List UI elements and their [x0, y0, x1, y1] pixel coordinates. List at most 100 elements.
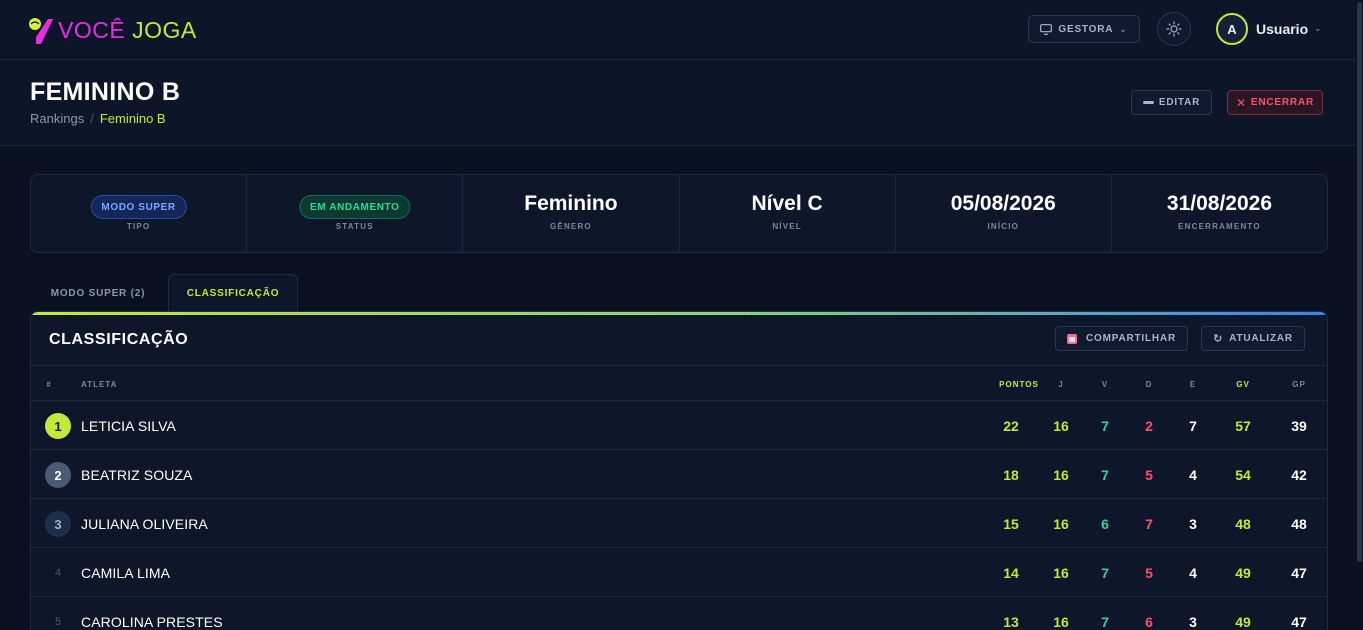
chevron-down-icon[interactable]: ⌄ — [1314, 23, 1322, 34]
column-header-athlete: ATLETA — [81, 380, 118, 389]
brand-name: VOCÊ JOGA — [58, 16, 197, 43]
refresh-button-label: ATUALIZAR — [1229, 333, 1293, 344]
tab-modo-super[interactable]: MODO SUPER (2) — [30, 274, 166, 312]
points-value: 14 — [1003, 565, 1019, 581]
rank-number: 4 — [54, 567, 62, 579]
share-button[interactable]: COMPARTILHAR — [1055, 326, 1188, 351]
edit-button[interactable]: EDITAR — [1131, 90, 1212, 115]
scrollbar-thumb[interactable] — [1357, 2, 1362, 562]
games-lost-value: 47 — [1291, 614, 1307, 630]
games-won-value: 49 — [1235, 614, 1251, 630]
games-value: 16 — [1053, 565, 1069, 581]
info-start-date: 05/08/2026 INÍCIO — [896, 175, 1112, 252]
type-badge: MODO SUPER — [90, 195, 187, 219]
brand-logo[interactable]: VOCÊ JOGA — [26, 14, 197, 46]
sun-icon — [1166, 21, 1182, 37]
athlete-name[interactable]: CAROLINA PRESTES — [81, 614, 223, 630]
table-row[interactable]: 4 CAMILA LIMA 14 16 7 5 4 49 47 — [31, 548, 1327, 597]
monitor-icon — [1040, 23, 1053, 35]
losses-value: 5 — [1145, 467, 1153, 483]
athlete-name[interactable]: CAMILA LIMA — [81, 565, 170, 581]
table-row[interactable]: 5 CAROLINA PRESTES 13 16 7 6 3 49 47 — [31, 597, 1327, 630]
athlete-name[interactable]: LETICIA SILVA — [81, 418, 176, 434]
points-value: 15 — [1003, 516, 1019, 532]
theme-toggle-button[interactable] — [1157, 12, 1191, 46]
ball-icon — [29, 18, 53, 44]
breadcrumb-root-link[interactable]: Rankings — [30, 111, 84, 126]
wins-value: 7 — [1101, 467, 1109, 483]
wins-value: 7 — [1101, 565, 1109, 581]
scrollbar[interactable] — [1356, 0, 1363, 630]
games-value: 16 — [1053, 467, 1069, 483]
games-won-value: 54 — [1235, 467, 1251, 483]
page-header: FEMININO B Rankings / Feminino B EDITAR ✕ … — [0, 60, 1356, 146]
top-bar: VOCÊ JOGA GESTORA ⌄ A Usuario ⌄ — [0, 0, 1356, 60]
tab-classificacao[interactable]: CLASSIFICAÇÃO — [168, 274, 298, 312]
info-level: Nível C NÍVEL — [680, 175, 896, 252]
games-lost-value: 39 — [1291, 418, 1307, 434]
column-header-rank: # — [46, 380, 52, 389]
info-gender: Feminino GÊNERO — [463, 175, 680, 252]
info-value: Nível C — [751, 192, 823, 215]
ranking-info-strip: MODO SUPER TIPO EM ANDAMENTO STATUS Femi… — [30, 174, 1328, 253]
wins-value: 7 — [1101, 614, 1109, 630]
info-value: 31/08/2026 — [1166, 192, 1272, 215]
info-label: ENCERRAMENTO — [1178, 222, 1261, 231]
column-header-v[interactable]: V — [1085, 380, 1125, 389]
losses-value: 5 — [1145, 565, 1153, 581]
close-icon: ✕ — [1236, 95, 1247, 110]
info-label: STATUS — [335, 222, 374, 231]
breadcrumb-separator: / — [90, 111, 94, 126]
points-value: 22 — [1003, 418, 1019, 434]
athlete-name[interactable]: BEATRIZ SOUZA — [81, 467, 193, 483]
username[interactable]: Usuario — [1256, 21, 1308, 37]
close-ranking-button-label: ENCERRAR — [1250, 97, 1314, 108]
losses-value: 7 — [1145, 516, 1153, 532]
athlete-name[interactable]: JULIANA OLIVEIRA — [81, 516, 208, 532]
column-header-points[interactable]: PONTOS — [991, 380, 1047, 389]
points-value: 13 — [1003, 614, 1019, 630]
column-header-gv[interactable]: GV — [1223, 380, 1263, 389]
standings-panel: CLASSIFICAÇÃO COMPARTILHAR ↻ ATUALIZAR #… — [30, 311, 1328, 630]
column-header-d[interactable]: D — [1129, 380, 1169, 389]
divider — [31, 365, 1327, 366]
refresh-button[interactable]: ↻ ATUALIZAR — [1201, 326, 1305, 351]
draws-value: 3 — [1189, 516, 1197, 532]
info-value: Feminino — [524, 192, 618, 215]
draws-value: 3 — [1189, 614, 1197, 630]
rank-number: 5 — [54, 616, 62, 628]
info-label: TIPO — [126, 222, 151, 231]
games-value: 16 — [1053, 418, 1069, 434]
table-row[interactable]: 3 JULIANA OLIVEIRA 15 16 6 7 3 48 48 — [31, 499, 1327, 548]
page-title: FEMININO B — [30, 78, 181, 106]
refresh-icon: ↻ — [1213, 333, 1224, 345]
games-won-value: 49 — [1235, 565, 1251, 581]
panel-accent-bar — [31, 312, 1327, 315]
wins-value: 6 — [1101, 516, 1109, 532]
info-end-date: 31/08/2026 ENCERRAMENTO — [1112, 175, 1327, 252]
pencil-icon — [1142, 101, 1154, 104]
column-header-j[interactable]: J — [1041, 380, 1081, 389]
info-value: 05/08/2026 — [950, 192, 1056, 215]
games-won-value: 57 — [1235, 418, 1251, 434]
share-button-label: COMPARTILHAR — [1086, 333, 1176, 344]
column-header-gp[interactable]: GP — [1279, 380, 1319, 389]
rank-badge: 3 — [45, 511, 71, 537]
wins-value: 7 — [1101, 418, 1109, 434]
avatar[interactable]: A — [1216, 13, 1248, 45]
table-row[interactable]: 1 LETICIA SILVA 22 16 7 2 7 57 39 — [31, 401, 1327, 450]
games-value: 16 — [1053, 516, 1069, 532]
edit-button-label: EDITAR — [1158, 97, 1201, 108]
info-label: NÍVEL — [772, 222, 802, 231]
column-header-e[interactable]: E — [1173, 380, 1213, 389]
panel-title: CLASSIFICAÇÃO — [49, 331, 189, 348]
games-lost-value: 42 — [1291, 467, 1307, 483]
close-ranking-button[interactable]: ✕ ENCERRAR — [1227, 90, 1323, 115]
share-icon — [1067, 333, 1078, 344]
chevron-down-icon: ⌄ — [1119, 23, 1128, 34]
breadcrumb: Rankings / Feminino B — [30, 111, 166, 126]
draws-value: 4 — [1189, 565, 1197, 581]
games-value: 16 — [1053, 614, 1069, 630]
profile-selector[interactable]: GESTORA ⌄ — [1028, 15, 1140, 43]
table-row[interactable]: 2 BEATRIZ SOUZA 18 16 7 5 4 54 42 — [31, 450, 1327, 499]
